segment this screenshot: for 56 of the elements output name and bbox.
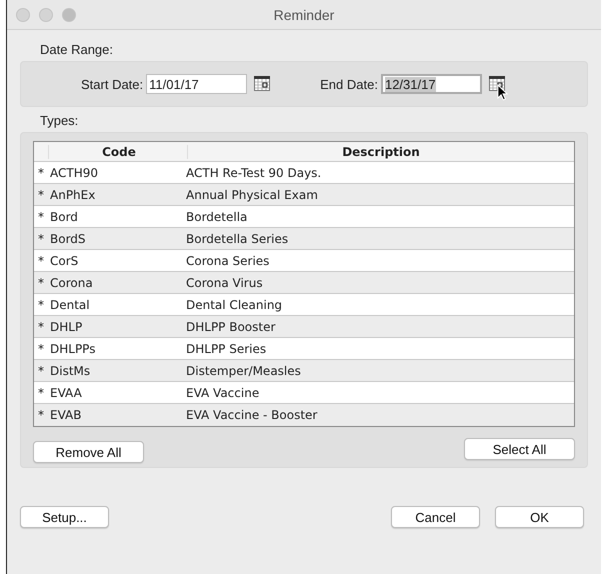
row-marker: *	[37, 298, 45, 312]
table-cell-text: DistMs	[49, 364, 92, 378]
cancel-button[interactable]: Cancel	[391, 506, 480, 528]
table-cell-text: Corona Series	[186, 254, 270, 268]
table-cell-text: Distemper/Measles	[186, 364, 302, 378]
date-field[interactable]: 11/01/17	[146, 74, 248, 94]
table-cell-text: Corona	[49, 276, 94, 290]
table-cell-text: CorS	[49, 254, 80, 268]
ok-button[interactable]: OK	[495, 506, 584, 528]
table-cell-text: EVA Vaccine	[186, 386, 260, 400]
calendar-icon[interactable]	[488, 76, 505, 91]
table-cell-text: Corona Virus	[186, 276, 264, 290]
section-label: Types:	[40, 113, 80, 128]
column-header[interactable]: Description	[187, 144, 574, 158]
window-control-icon[interactable]	[39, 8, 53, 22]
calendar-icon[interactable]	[254, 76, 270, 91]
table-cell-text: EVAA	[49, 386, 83, 400]
row-marker: *	[37, 254, 45, 268]
table-cell-text: EVAB	[49, 408, 82, 422]
setup-button[interactable]: Setup...	[20, 506, 109, 528]
row-marker: *	[37, 232, 45, 246]
date-field[interactable]: 12/31/17	[380, 74, 482, 94]
window-title: Reminder	[274, 6, 334, 22]
row-marker: *	[37, 210, 45, 224]
table-cell-text: Bordetella Series	[186, 232, 290, 246]
field-label: End Date:	[320, 76, 378, 92]
window-control-icon[interactable]	[16, 8, 30, 22]
table-cell-text: Dental Cleaning	[186, 298, 284, 312]
table-cell-text: BordS	[49, 232, 87, 246]
row-marker: *	[37, 386, 45, 400]
column-header[interactable]: Code	[48, 144, 187, 158]
table-cell-text: AnPhEx	[49, 188, 96, 202]
table-cell-text: DHLPP Series	[186, 342, 268, 356]
table-cell-text: DHLP	[49, 320, 84, 334]
remove-all-button[interactable]: Remove All	[33, 441, 144, 463]
row-marker: *	[37, 342, 45, 356]
row-marker: *	[37, 166, 45, 180]
table-cell-text: DHLPPs	[49, 342, 96, 356]
table-cell-text: Annual Physical Exam	[186, 188, 319, 202]
table-cell-text: Bord	[49, 210, 79, 224]
row-marker: *	[37, 276, 45, 290]
table-cell-text: Bordetella	[186, 210, 248, 224]
cursor-icon	[496, 84, 508, 101]
table-cell-text: EVA Vaccine - Booster	[186, 408, 318, 422]
select-all-button[interactable]: Select All	[464, 438, 575, 460]
section-label: Date Range:	[40, 42, 114, 57]
table-cell-text: ACTH90	[49, 166, 99, 180]
field-label: Start Date:	[81, 76, 144, 92]
row-marker: *	[37, 320, 45, 334]
table-cell-text: Dental	[49, 298, 91, 312]
table-cell-text: DHLPP Booster	[186, 320, 276, 334]
table-cell-text: ACTH Re-Test 90 Days.	[186, 166, 322, 180]
window-control-icon[interactable]	[62, 8, 76, 22]
row-marker: *	[37, 364, 45, 378]
row-marker: *	[37, 188, 45, 202]
row-marker: *	[37, 408, 45, 422]
